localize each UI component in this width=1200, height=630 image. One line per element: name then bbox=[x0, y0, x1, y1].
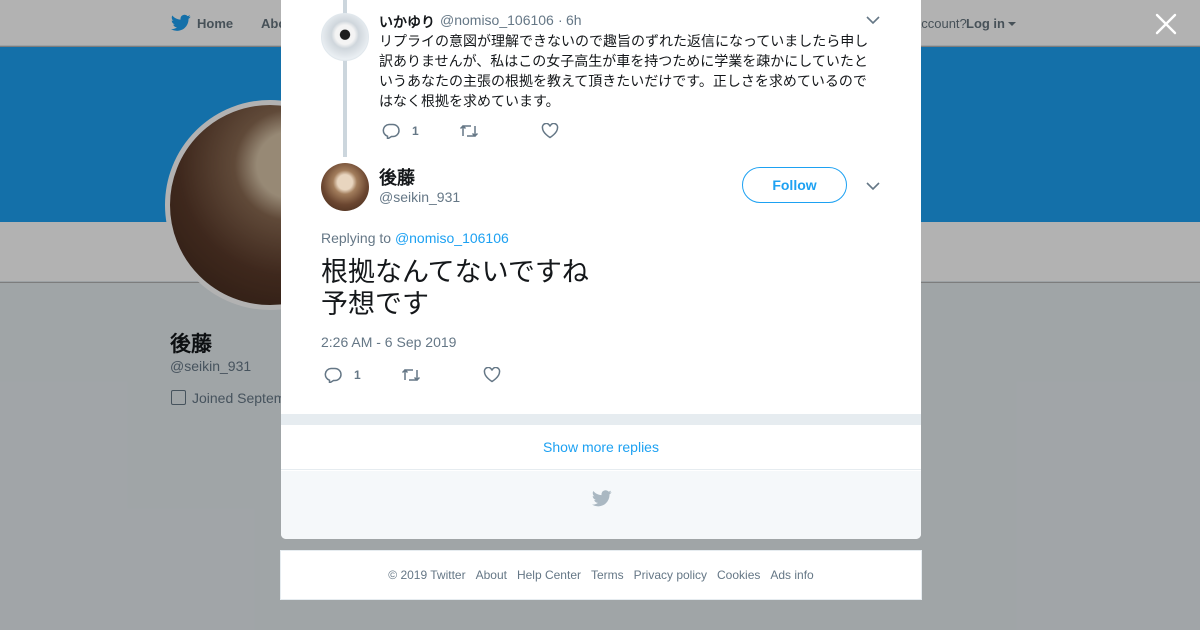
follow-button[interactable]: Follow bbox=[742, 167, 847, 203]
footer-link-terms[interactable]: Terms bbox=[591, 568, 624, 582]
tweet-modal: いかゆり @nomiso_106106 · 6h リプライの意図が理解できないの… bbox=[281, 0, 921, 539]
like-action[interactable] bbox=[541, 123, 559, 139]
retweet-action[interactable] bbox=[459, 123, 479, 139]
footer-link-help-center[interactable]: Help Center bbox=[517, 568, 581, 582]
reply-icon[interactable] bbox=[324, 367, 342, 383]
like-action[interactable] bbox=[483, 367, 501, 383]
like-icon[interactable] bbox=[483, 367, 501, 383]
reply-avatar[interactable] bbox=[321, 13, 369, 61]
footer-link-about[interactable]: About bbox=[476, 568, 507, 582]
retweet-icon[interactable] bbox=[459, 123, 479, 139]
section-divider bbox=[281, 414, 921, 425]
tweet-text-line: 予想です bbox=[321, 289, 429, 319]
footer-copyright: © 2019 Twitter bbox=[388, 568, 466, 582]
footer-link-privacy-policy[interactable]: Privacy policy bbox=[634, 568, 707, 582]
reply-author-name[interactable]: いかゆり bbox=[379, 12, 435, 32]
retweet-icon[interactable] bbox=[401, 367, 421, 383]
reply-count: 1 bbox=[354, 368, 361, 382]
show-more-replies-button[interactable]: Show more replies bbox=[281, 425, 921, 470]
reply-time[interactable]: 6h bbox=[566, 12, 582, 28]
tweet-author-name[interactable]: 後藤 bbox=[379, 164, 415, 190]
chevron-down-icon[interactable] bbox=[866, 16, 880, 25]
tweet-author-avatar[interactable] bbox=[321, 163, 369, 211]
separator-dot: · bbox=[558, 12, 563, 28]
site-footer: © 2019 Twitter About Help Center Terms P… bbox=[280, 550, 922, 600]
like-icon[interactable] bbox=[541, 123, 559, 139]
reply-text: リプライの意図が理解できないので趣旨のずれた返信になっていましたら申し訳ありませ… bbox=[379, 33, 869, 109]
footer-link-ads-info[interactable]: Ads info bbox=[770, 568, 813, 582]
close-icon[interactable] bbox=[1155, 13, 1177, 35]
reply-count: 1 bbox=[412, 124, 419, 138]
tweet-timestamp[interactable]: 2:26 AM - 6 Sep 2019 bbox=[321, 334, 456, 350]
reply-author-handle[interactable]: @nomiso_106106 bbox=[440, 12, 554, 28]
tweet-text: 根拠なんてないですね 予想です bbox=[321, 256, 881, 320]
tweet-text-line: 根拠なんてないですね bbox=[321, 257, 589, 287]
twitter-bird-icon bbox=[592, 490, 612, 507]
chevron-down-icon[interactable] bbox=[866, 182, 880, 191]
retweet-action[interactable] bbox=[401, 367, 421, 383]
reply-icon[interactable] bbox=[382, 123, 400, 139]
footer-link-cookies[interactable]: Cookies bbox=[717, 568, 760, 582]
replying-to-prefix: Replying to bbox=[321, 230, 392, 246]
replying-to: Replying to @nomiso_106106 bbox=[321, 230, 509, 246]
reply-action[interactable]: 1 bbox=[382, 123, 419, 139]
tweet-author-handle[interactable]: @seikin_931 bbox=[379, 189, 460, 205]
replying-to-link[interactable]: @nomiso_106106 bbox=[395, 230, 509, 246]
reply-action[interactable]: 1 bbox=[324, 367, 361, 383]
